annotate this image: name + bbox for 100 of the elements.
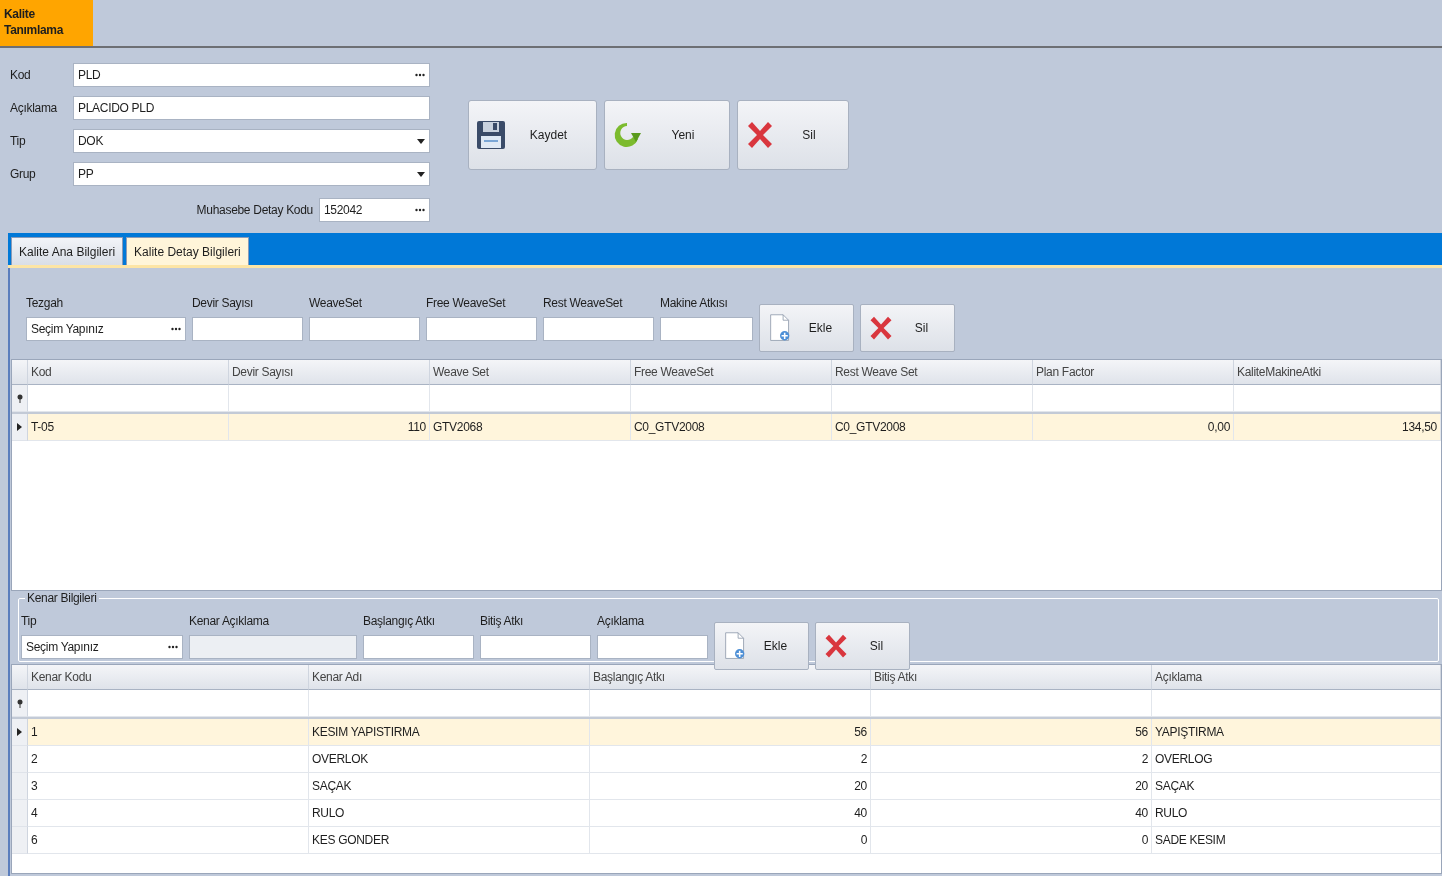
grid-action-button[interactable]: Ekle xyxy=(759,304,854,352)
table-cell: 0,00 xyxy=(1033,414,1234,441)
filter-cell[interactable] xyxy=(1033,385,1234,412)
table-cell: KESIM YAPISTIRMA xyxy=(309,719,590,746)
pin-icon xyxy=(16,698,23,708)
group-title: Kenar Bilgileri xyxy=(25,591,99,605)
input-field[interactable] xyxy=(543,317,654,341)
table-cell: 2 xyxy=(871,746,1152,773)
table-cell: 110 xyxy=(229,414,430,441)
table-cell: 0 xyxy=(871,827,1152,854)
column-header[interactable]: Açıklama xyxy=(1152,665,1441,690)
field-label: Tip xyxy=(10,134,27,148)
input-field[interactable]: PLACIDO PLD xyxy=(73,96,430,120)
grid-action-button[interactable]: Sil xyxy=(860,304,955,352)
table-cell: GTV2068 xyxy=(430,414,631,441)
field-label: Tezgah xyxy=(26,296,64,310)
column-header[interactable]: Devir Sayısı xyxy=(229,360,430,385)
filter-cell[interactable] xyxy=(631,385,832,412)
field-label: Devir Sayısı xyxy=(192,296,255,310)
pin-icon xyxy=(16,393,23,403)
input-field[interactable] xyxy=(660,317,753,341)
table-cell: 20 xyxy=(871,773,1152,800)
table-cell: SAÇAK xyxy=(309,773,590,800)
table-cell: 4 xyxy=(28,800,309,827)
field-label: Tip xyxy=(21,614,38,628)
filter-cell[interactable] xyxy=(28,385,229,412)
input-field[interactable] xyxy=(480,635,591,659)
filter-cell[interactable] xyxy=(1152,690,1441,717)
field-label: Başlangıç Atkı xyxy=(363,614,436,628)
column-header[interactable]: Weave Set xyxy=(430,360,631,385)
table-cell: 20 xyxy=(590,773,871,800)
filter-cell[interactable] xyxy=(871,690,1152,717)
filter-cell[interactable] xyxy=(590,690,871,717)
dropdown-field[interactable]: PP xyxy=(73,162,430,186)
field-label: WeaveSet xyxy=(309,296,363,310)
dropdown-arrow-icon[interactable] xyxy=(417,171,425,177)
row-pointer-icon xyxy=(17,423,22,431)
tab[interactable]: Kalite Detay Bilgileri xyxy=(126,237,249,265)
ellipsis-icon[interactable] xyxy=(415,73,425,77)
dropdown-arrow-icon[interactable] xyxy=(417,138,425,144)
input-field[interactable] xyxy=(426,317,537,341)
column-header[interactable]: Kenar Kodu xyxy=(28,665,309,690)
filter-cell[interactable] xyxy=(229,385,430,412)
page-title-tab[interactable]: Kalite Tanımlama xyxy=(0,0,93,46)
toolbar-button[interactable]: Kaydet xyxy=(468,100,597,170)
toolbar-button[interactable]: Yeni xyxy=(604,100,730,170)
ellipsis-icon[interactable] xyxy=(415,208,425,212)
table-cell: 134,50 xyxy=(1234,414,1441,441)
table-cell: T-05 xyxy=(28,414,229,441)
table-cell: 1 xyxy=(28,719,309,746)
table-cell: C0_GTV2008 xyxy=(631,414,832,441)
table-cell: RULO xyxy=(1152,800,1441,827)
dropdown-field[interactable]: DOK xyxy=(73,129,430,153)
filter-cell[interactable] xyxy=(1234,385,1441,412)
column-header[interactable]: Plan Factor xyxy=(1033,360,1234,385)
table-cell: C0_GTV2008 xyxy=(832,414,1033,441)
field-label: Free WeaveSet xyxy=(426,296,507,310)
ellipsis-icon[interactable] xyxy=(168,645,178,649)
table-cell: OVERLOG xyxy=(1152,746,1441,773)
table-cell: 2 xyxy=(590,746,871,773)
input-field[interactable] xyxy=(192,317,303,341)
table-cell: SADE KESIM xyxy=(1152,827,1441,854)
filter-cell[interactable] xyxy=(832,385,1033,412)
column-header[interactable]: Kod xyxy=(28,360,229,385)
field-label: Kod xyxy=(10,68,32,82)
field-label: Bitiş Atkı xyxy=(480,614,524,628)
filter-cell[interactable] xyxy=(430,385,631,412)
input-field[interactable] xyxy=(309,317,420,341)
field-label: Rest WeaveSet xyxy=(543,296,624,310)
column-header[interactable]: Rest Weave Set xyxy=(832,360,1033,385)
column-header[interactable]: Free WeaveSet xyxy=(631,360,832,385)
filter-cell[interactable] xyxy=(309,690,590,717)
row-pointer-icon xyxy=(17,728,22,736)
field-label: Grup xyxy=(10,167,37,181)
input-field[interactable] xyxy=(597,635,708,659)
row-indicator[interactable] xyxy=(12,719,28,746)
grid-action-button[interactable]: Sil xyxy=(815,622,910,670)
table-cell: SAÇAK xyxy=(1152,773,1441,800)
input-field[interactable]: Seçim Yapınız xyxy=(26,317,186,341)
filter-cell[interactable] xyxy=(28,690,309,717)
toolbar-button[interactable]: Sil xyxy=(737,100,849,170)
ellipsis-icon[interactable] xyxy=(171,327,181,331)
field-label: Makine Atkısı xyxy=(660,296,729,310)
column-header[interactable]: KaliteMakineAtki xyxy=(1234,360,1441,385)
grid-action-button[interactable]: Ekle xyxy=(714,622,809,670)
table-cell: RULO xyxy=(309,800,590,827)
table-cell: 40 xyxy=(871,800,1152,827)
table-cell: 40 xyxy=(590,800,871,827)
field-label: Muhasebe Detay Kodu xyxy=(196,203,313,217)
column-header[interactable]: Bitiş Atkı xyxy=(871,665,1152,690)
column-header[interactable]: Kenar Adı xyxy=(309,665,590,690)
table-cell: 0 xyxy=(590,827,871,854)
input-field[interactable]: Seçim Yapınız xyxy=(21,635,183,659)
input-field[interactable]: 152042 xyxy=(319,198,430,222)
field-label: Kenar Açıklama xyxy=(189,614,270,628)
tab[interactable]: Kalite Ana Bilgileri xyxy=(11,237,124,265)
input-field[interactable] xyxy=(363,635,474,659)
table-cell: 3 xyxy=(28,773,309,800)
row-indicator[interactable] xyxy=(12,414,28,441)
input-field[interactable]: PLD xyxy=(73,63,430,87)
